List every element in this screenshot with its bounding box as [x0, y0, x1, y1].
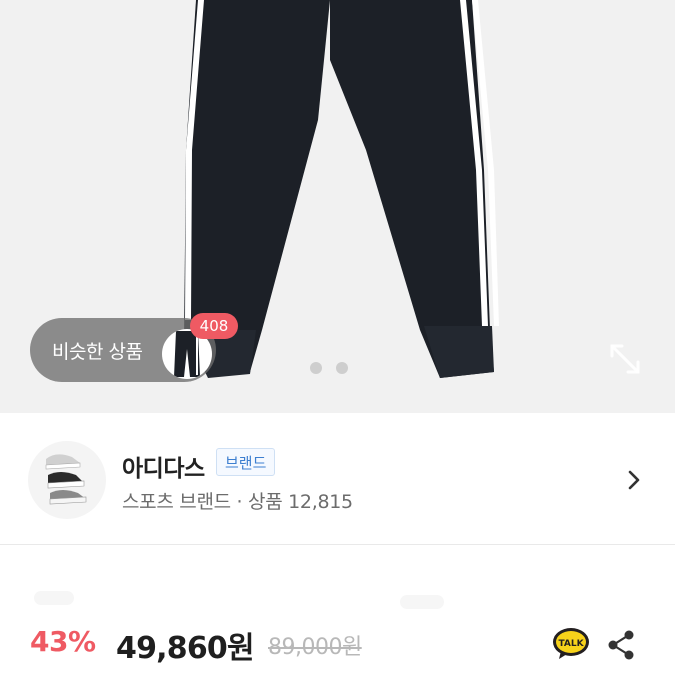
share-icon[interactable] [606, 629, 636, 661]
kakao-talk-label: TALK [558, 639, 584, 649]
sale-price: 49,860원 [116, 631, 255, 666]
discount-rate: 43% [30, 625, 96, 658]
brand-name[interactable]: 아디다스 [122, 449, 205, 483]
brand-tag-badge: 브랜드 [216, 448, 276, 476]
chevron-right-icon[interactable] [624, 468, 644, 492]
brand-subtitle: 스포츠 브랜드 · 상품 12,815 [122, 491, 353, 513]
sneakers-image-icon [45, 454, 87, 505]
gallery-dot[interactable] [310, 362, 322, 374]
expand-icon[interactable] [608, 342, 642, 376]
gallery-pagination [310, 362, 348, 374]
kakao-talk-icon[interactable]: TALK [552, 627, 590, 661]
brand-row[interactable]: 아디다스 브랜드 스포츠 브랜드 · 상품 12,815 [0, 413, 675, 545]
similar-count-badge: 408 [190, 313, 238, 339]
brand-logo[interactable] [28, 441, 106, 519]
original-price: 89,000원 [268, 635, 362, 660]
product-image[interactable]: 비슷한 상품 408 [0, 0, 675, 413]
price-section: 43% 49,860원 89,000원 TALK [0, 545, 675, 675]
faint-placeholder [400, 595, 444, 609]
similar-products-label: 비슷한 상품 [52, 340, 143, 363]
gallery-dot[interactable] [336, 362, 348, 374]
faint-placeholder [34, 591, 74, 605]
